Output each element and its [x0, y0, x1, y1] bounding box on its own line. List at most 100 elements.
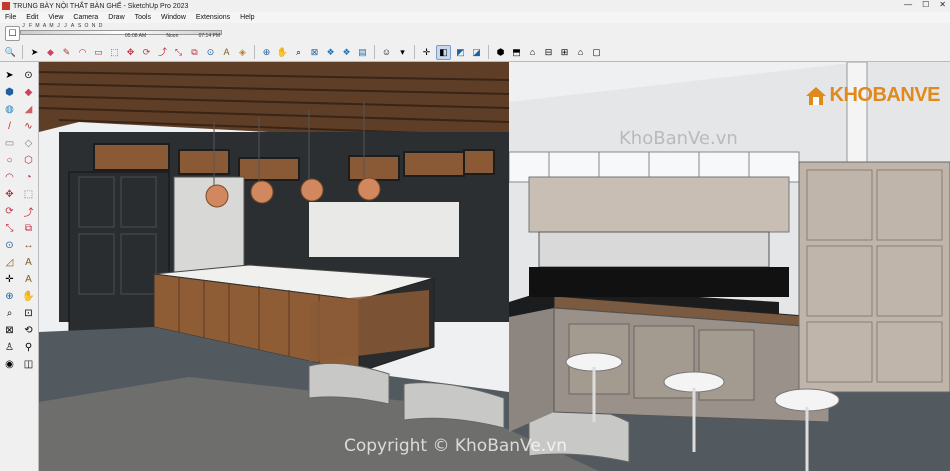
left-view-icon[interactable]: ⌂ — [574, 46, 587, 59]
pan-icon[interactable]: ✋ — [21, 289, 36, 304]
window-controls: — ☐ ✕ — [904, 0, 946, 9]
right-view-icon[interactable]: ⊟ — [542, 46, 555, 59]
rectangle-icon[interactable]: ▭ — [92, 46, 105, 59]
watermark-top: KhoBanVe.vn — [619, 128, 738, 149]
pan-icon[interactable]: ✋ — [276, 46, 289, 59]
previous-view-icon[interactable]: ⟲ — [21, 323, 36, 338]
time-noon-label: Noon — [166, 33, 179, 39]
offset-icon[interactable]: ⧉ — [21, 221, 36, 236]
orbit-icon[interactable]: ⊕ — [2, 289, 17, 304]
back-edges-icon[interactable]: ◩ — [454, 46, 467, 59]
follow-me-icon[interactable]: ⤴ — [21, 204, 36, 219]
push-pull-icon[interactable]: ⬚ — [108, 46, 121, 59]
freehand-icon[interactable]: ∿ — [21, 119, 36, 134]
dimension-icon[interactable]: ↔ — [21, 238, 36, 253]
month-label: J — [57, 23, 60, 29]
shadow-toggle-icon[interactable]: ☐ — [5, 26, 20, 41]
arc-icon[interactable]: ◠ — [2, 170, 17, 185]
look-around-icon[interactable]: ◉ — [2, 357, 17, 372]
line-icon[interactable]: / — [2, 119, 17, 134]
paint-icon[interactable]: ◍ — [2, 102, 17, 117]
tape-icon[interactable]: ⊙ — [2, 238, 17, 253]
bottom-view-icon[interactable]: ▢ — [590, 46, 603, 59]
select-arrow-icon[interactable]: ➤ — [28, 46, 41, 59]
orbit-icon[interactable]: ⊕ — [260, 46, 273, 59]
back-view-icon[interactable]: ⊞ — [558, 46, 571, 59]
menu-edit[interactable]: Edit — [21, 12, 43, 23]
menu-window[interactable]: Window — [156, 12, 191, 23]
walk-icon[interactable]: ⚲ — [21, 340, 36, 355]
account-icon[interactable]: ☺ — [380, 46, 393, 59]
xray-icon[interactable]: ◧ — [436, 44, 451, 60]
menu-draw[interactable]: Draw — [103, 12, 129, 23]
extension-warehouse-icon[interactable]: ❖ — [340, 46, 353, 59]
menu-help[interactable]: Help — [235, 12, 259, 23]
scale-icon[interactable]: ⤡ — [172, 46, 185, 59]
lasso-icon[interactable]: ⊙ — [21, 68, 36, 83]
zoom-window-icon[interactable]: ⊡ — [21, 306, 36, 321]
logo-text: KHOBANVE — [829, 84, 941, 106]
chevron-down-icon[interactable]: ▾ — [396, 46, 409, 59]
tag-icon[interactable]: ◢ — [21, 102, 36, 117]
3d-text-icon[interactable]: A — [21, 272, 36, 287]
scale-icon[interactable]: ⤡ — [2, 221, 17, 236]
rotated-rect-icon[interactable]: ◇ — [21, 136, 36, 151]
khobanve-logo: KHOBANVE — [805, 84, 941, 107]
month-label: M — [35, 23, 40, 29]
zoom-icon[interactable]: ⌕ — [2, 306, 17, 321]
zoom-extents-icon[interactable]: ⊠ — [2, 323, 17, 338]
maximize-icon[interactable]: ☐ — [922, 0, 929, 9]
text-icon[interactable]: A — [21, 255, 36, 270]
pencil-line-icon[interactable]: ✎ — [60, 46, 73, 59]
menu-extensions[interactable]: Extensions — [191, 12, 235, 23]
rotate-icon[interactable]: ⟳ — [140, 46, 153, 59]
month-label: A — [42, 23, 47, 29]
shaded-icon[interactable]: ◪ — [470, 46, 483, 59]
paint-bucket-icon[interactable]: ◈ — [236, 46, 249, 59]
pie-icon[interactable]: ◔ — [21, 170, 36, 185]
warehouse-icon[interactable]: ❖ — [324, 46, 337, 59]
house-logo-icon — [805, 86, 826, 105]
kitchen-render — [39, 62, 950, 471]
eraser-icon[interactable]: ◆ — [44, 46, 57, 59]
rectangle-icon[interactable]: ▭ — [2, 136, 17, 151]
move-icon[interactable]: ✥ — [2, 187, 17, 202]
move-icon[interactable]: ✥ — [124, 46, 137, 59]
title-bar: TRUNG BÀY NỘI THẤT BÀN GHẾ - SketchUp Pr… — [0, 0, 950, 12]
section-plane-icon[interactable]: ◫ — [21, 357, 36, 372]
menu-tools[interactable]: Tools — [130, 12, 156, 23]
polygon-icon[interactable]: ⬡ — [21, 153, 36, 168]
circle-icon[interactable]: ○ — [2, 153, 17, 168]
close-icon[interactable]: ✕ — [939, 0, 946, 9]
model-viewport[interactable]: KHOBANVE KhoBanVe.vn Copyright © KhoBanV… — [39, 62, 950, 471]
tape-measure-icon[interactable]: ⊙ — [204, 46, 217, 59]
axes-icon[interactable]: ✛ — [2, 272, 17, 287]
axes-icon[interactable]: ✛ — [420, 46, 433, 59]
arc-icon[interactable]: ◠ — [76, 46, 89, 59]
main-toolbar: 🔍 ➤ ◆ ✎ ◠ ▭ ⬚ ✥ ⟳ ⤴ ⤡ ⧉ ⊙ A ◈ ⊕ ✋ ⌕ ⊠ ❖ … — [0, 43, 950, 62]
follow-me-icon[interactable]: ⤴ — [156, 46, 169, 59]
front-view-icon[interactable]: ⌂ — [526, 46, 539, 59]
search-icon[interactable]: 🔍 — [4, 46, 17, 59]
layout-icon[interactable]: ▤ — [356, 46, 369, 59]
month-label: S — [77, 23, 82, 29]
minimize-icon[interactable]: — — [904, 0, 912, 9]
component-icon[interactable]: ⬢ — [2, 85, 17, 100]
menu-camera[interactable]: Camera — [68, 12, 103, 23]
watermark-bottom: Copyright © KhoBanVe.vn — [344, 436, 568, 456]
rotate-icon[interactable]: ⟳ — [2, 204, 17, 219]
iso-view-icon[interactable]: ⬢ — [494, 46, 507, 59]
zoom-icon[interactable]: ⌕ — [292, 46, 305, 59]
menu-view[interactable]: View — [43, 12, 68, 23]
eraser-icon[interactable]: ◆ — [21, 85, 36, 100]
offset-icon[interactable]: ⧉ — [188, 46, 201, 59]
zoom-extents-icon[interactable]: ⊠ — [308, 46, 321, 59]
select-icon[interactable]: ➤ — [2, 68, 17, 83]
push-pull-icon[interactable]: ⬚ — [21, 187, 36, 202]
menu-file[interactable]: File — [0, 12, 21, 23]
text-icon[interactable]: A — [220, 46, 233, 59]
window-title: TRUNG BÀY NỘI THẤT BÀN GHẾ - SketchUp Pr… — [13, 2, 189, 10]
protractor-icon[interactable]: ◿ — [2, 255, 17, 270]
top-view-icon[interactable]: ⬒ — [510, 46, 523, 59]
position-camera-icon[interactable]: ♙ — [2, 340, 17, 355]
